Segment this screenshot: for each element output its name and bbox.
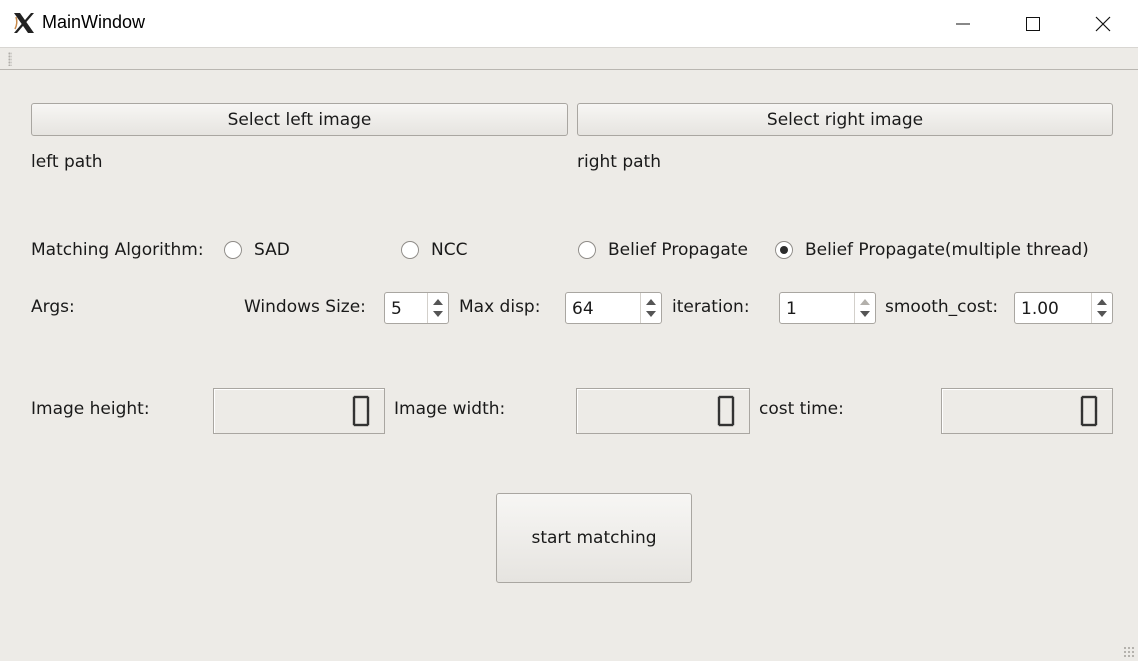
matching-algorithm-label: Matching Algorithm:: [31, 240, 204, 260]
minimize-icon: [956, 23, 970, 24]
radio-belief-propagate[interactable]: Belief Propagate: [578, 240, 748, 260]
spinbox-arrows[interactable]: [427, 293, 448, 323]
radio-circle: [224, 241, 242, 259]
iteration-label: iteration:: [672, 297, 750, 317]
smooth-cost-spinbox[interactable]: 1.00: [1014, 292, 1113, 324]
window-size-label: Windows Size:: [244, 297, 366, 317]
right-path-label: right path: [577, 152, 661, 172]
title-bar: MainWindow: [0, 0, 1138, 48]
window-size-spinbox[interactable]: 5: [384, 292, 449, 324]
radio-sad[interactable]: SAD: [224, 240, 290, 260]
spinbox-arrows[interactable]: [854, 293, 875, 323]
chevron-down-icon[interactable]: [646, 311, 656, 317]
left-path-label: left path: [31, 152, 103, 172]
image-height-lcd: 0: [213, 388, 385, 434]
lcd-value: 0: [726, 414, 727, 416]
close-icon: [1095, 16, 1111, 31]
start-matching-button[interactable]: start matching: [496, 493, 692, 583]
radio-circle: [401, 241, 419, 259]
chevron-up-icon[interactable]: [1097, 299, 1107, 305]
radio-label: Belief Propagate: [608, 240, 748, 260]
lcd-digit: 0: [1080, 395, 1098, 427]
x-logo-icon: [14, 13, 34, 33]
image-width-label: Image width:: [394, 399, 506, 419]
image-height-label: Image height:: [31, 399, 150, 419]
lcd-digit: 0: [352, 395, 370, 427]
iteration-spinbox[interactable]: 1: [779, 292, 876, 324]
maximize-icon: [1026, 16, 1040, 31]
select-right-image-button[interactable]: Select right image: [577, 103, 1113, 136]
radio-label: Belief Propagate(multiple thread): [805, 240, 1089, 260]
radio-circle-checked: [775, 241, 793, 259]
menu-bar: [0, 48, 1138, 70]
spinbox-value: 64: [572, 299, 594, 319]
smooth-cost-label: smooth_cost:: [885, 297, 999, 317]
chevron-up-icon[interactable]: [433, 299, 443, 305]
max-disp-label: Max disp:: [459, 297, 541, 317]
resize-grip-icon[interactable]: [1123, 646, 1135, 658]
spinbox-value: 1.00: [1021, 299, 1059, 319]
radio-circle: [578, 241, 596, 259]
lcd-value: 0: [1089, 414, 1090, 416]
radio-dot: [780, 246, 788, 254]
select-left-image-button[interactable]: Select left image: [31, 103, 568, 136]
lcd-digit: 0: [717, 395, 735, 427]
toolbar-grip[interactable]: [8, 52, 12, 66]
close-button[interactable]: [1068, 0, 1138, 47]
radio-ncc[interactable]: NCC: [401, 240, 467, 260]
chevron-down-icon[interactable]: [1097, 311, 1107, 317]
spinbox-arrows[interactable]: [640, 293, 661, 323]
spinbox-value: 1: [786, 299, 797, 319]
lcd-value: 0: [361, 414, 362, 416]
chevron-up-icon[interactable]: [646, 299, 656, 305]
max-disp-spinbox[interactable]: 64: [565, 292, 662, 324]
spinbox-value: 5: [391, 299, 402, 319]
args-label: Args:: [31, 297, 75, 317]
minimize-button[interactable]: [928, 0, 998, 47]
maximize-button[interactable]: [998, 0, 1068, 47]
chevron-down-icon[interactable]: [860, 311, 870, 317]
cost-time-lcd: 0: [941, 388, 1113, 434]
radio-label: SAD: [254, 240, 290, 260]
chevron-down-icon[interactable]: [433, 311, 443, 317]
window-title: MainWindow: [42, 12, 146, 32]
chevron-up-icon[interactable]: [860, 299, 870, 305]
radio-belief-propagate-multithread[interactable]: Belief Propagate(multiple thread): [775, 240, 1089, 260]
image-width-lcd: 0: [576, 388, 750, 434]
radio-label: NCC: [431, 240, 468, 260]
spinbox-arrows[interactable]: [1091, 293, 1112, 323]
cost-time-label: cost time:: [759, 399, 844, 419]
